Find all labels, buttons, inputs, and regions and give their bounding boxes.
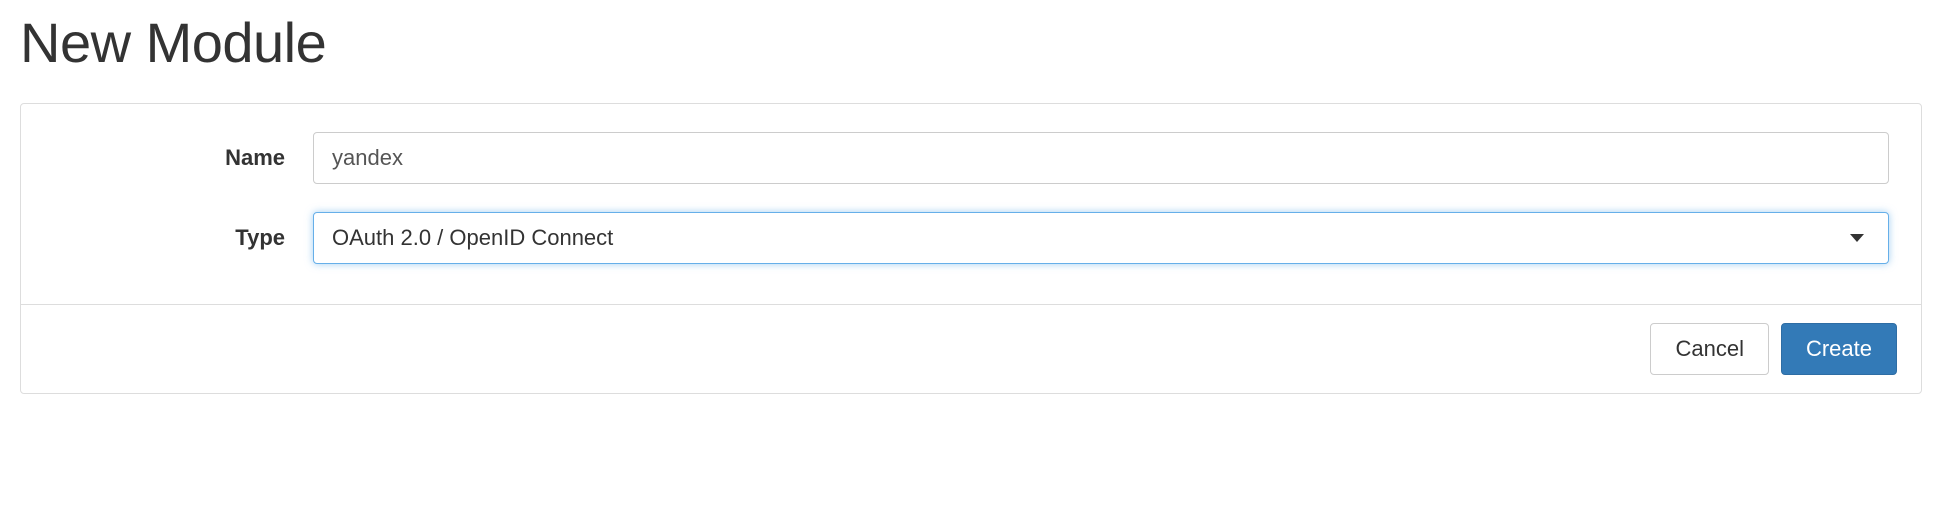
name-field-wrap: [313, 132, 1889, 184]
caret-down-icon: [1850, 234, 1864, 242]
form-footer: Cancel Create: [21, 304, 1921, 393]
name-label: Name: [53, 145, 313, 171]
form-row-type: Type OAuth 2.0 / OpenID Connect: [53, 212, 1889, 264]
form-row-name: Name: [53, 132, 1889, 184]
page-title: New Module: [20, 10, 1922, 75]
type-field-wrap: OAuth 2.0 / OpenID Connect: [313, 212, 1889, 264]
form-panel: Name Type OAuth 2.0 / OpenID Connect Can…: [20, 103, 1922, 394]
name-input[interactable]: [313, 132, 1889, 184]
type-label: Type: [53, 225, 313, 251]
type-select-value: OAuth 2.0 / OpenID Connect: [332, 225, 613, 251]
cancel-button[interactable]: Cancel: [1650, 323, 1768, 375]
type-select[interactable]: OAuth 2.0 / OpenID Connect: [313, 212, 1889, 264]
form-body: Name Type OAuth 2.0 / OpenID Connect: [21, 104, 1921, 304]
create-button[interactable]: Create: [1781, 323, 1897, 375]
